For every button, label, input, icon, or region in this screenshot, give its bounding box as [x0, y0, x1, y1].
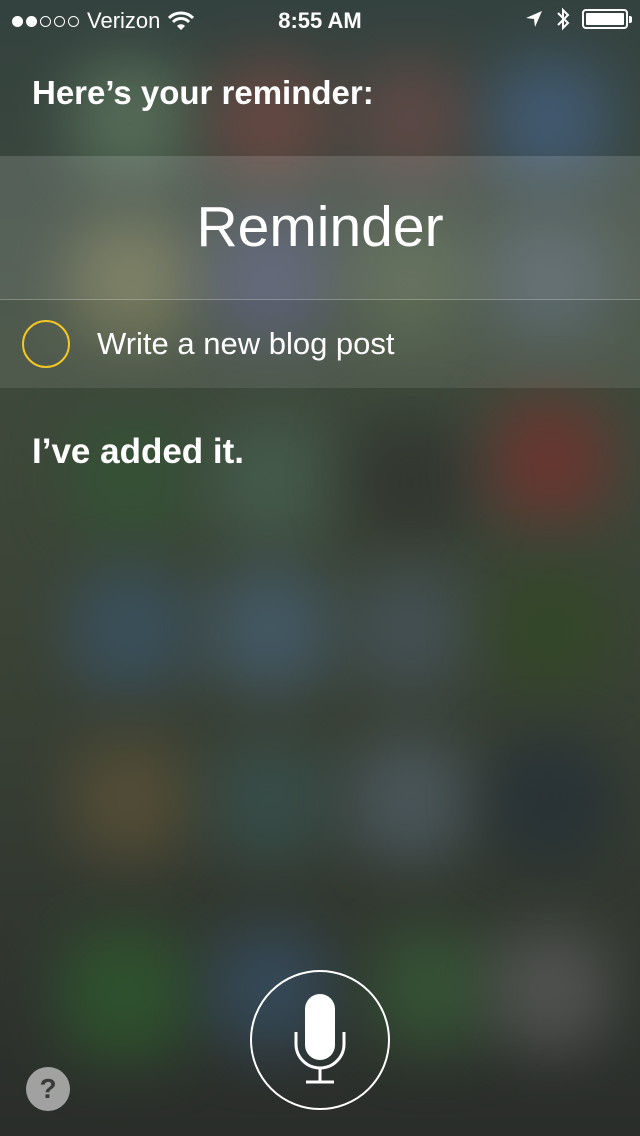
status-right-group [524, 7, 632, 31]
bluetooth-icon [557, 7, 570, 31]
reminder-item-text: Write a new blog post [97, 326, 395, 361]
location-arrow-icon [526, 11, 542, 27]
microphone-icon [294, 994, 346, 1084]
status-bar: Verizon 8:55 AM [0, 0, 640, 40]
battery-tip [629, 16, 632, 23]
battery-level [586, 13, 624, 25]
reminder-card: Reminder Write a new blog post [0, 156, 640, 388]
help-button[interactable]: ? [26, 1067, 70, 1111]
siri-prompt-text: Here’s your reminder: [32, 74, 374, 111]
reminder-card-header: Reminder [0, 156, 640, 299]
siri-response-text: I’ve added it. [32, 432, 244, 471]
reminder-checkbox[interactable] [22, 320, 70, 368]
reminder-card-title: Reminder [196, 195, 444, 259]
battery-icon [582, 9, 632, 29]
microphone-button[interactable] [250, 970, 390, 1110]
reminder-item-row[interactable]: Write a new blog post [0, 300, 640, 388]
